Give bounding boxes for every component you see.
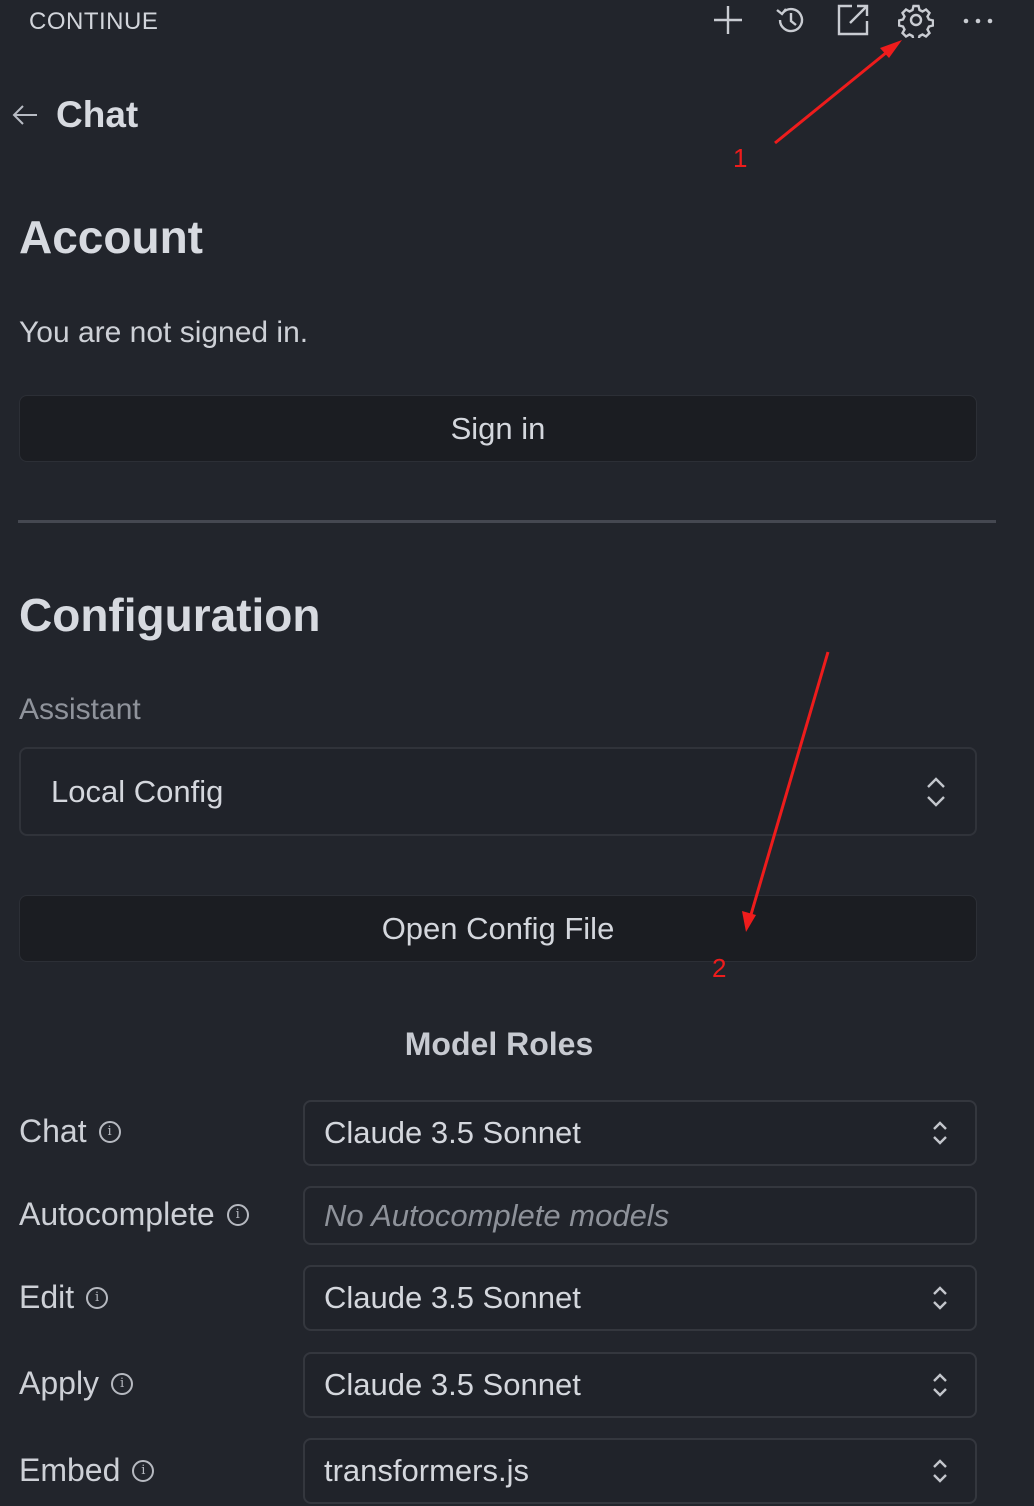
info-icon[interactable]: i <box>98 1120 121 1143</box>
apply-model-value: Claude 3.5 Sonnet <box>324 1367 581 1402</box>
edit-model-select[interactable]: Claude 3.5 Sonnet <box>303 1265 977 1331</box>
annotation-marker-1: 1 <box>733 143 748 173</box>
role-label-apply: Apply i <box>19 1365 134 1402</box>
configuration-heading: Configuration <box>19 589 321 641</box>
assistant-select-value: Local Config <box>51 773 224 809</box>
back-label[interactable]: Chat <box>56 94 138 136</box>
annotation-marker-2: 2 <box>712 953 727 983</box>
open-external-icon[interactable] <box>835 2 871 38</box>
chat-model-value: Claude 3.5 Sonnet <box>324 1115 581 1150</box>
embed-model-select[interactable]: transformers.js <box>303 1438 977 1504</box>
role-label-chat: Chat i <box>19 1113 121 1150</box>
role-label-text: Chat <box>19 1113 87 1149</box>
assistant-select[interactable]: Local Config <box>19 747 977 836</box>
info-icon[interactable]: i <box>111 1372 134 1395</box>
open-config-file-button[interactable]: Open Config File <box>19 895 977 962</box>
chevron-up-down-icon <box>931 1284 949 1312</box>
app-title: CONTINUE <box>29 8 159 35</box>
divider <box>18 520 996 523</box>
apply-model-select[interactable]: Claude 3.5 Sonnet <box>303 1352 977 1418</box>
info-icon[interactable]: i <box>86 1286 109 1309</box>
more-icon[interactable] <box>960 2 996 38</box>
chevron-up-down-icon <box>931 1371 949 1399</box>
model-roles-heading: Model Roles <box>404 1026 594 1062</box>
account-heading: Account <box>19 211 203 263</box>
role-label-text: Apply <box>19 1365 100 1401</box>
back-navigation: Chat <box>10 92 138 138</box>
sign-in-button[interactable]: Sign in <box>19 395 977 462</box>
chat-model-select[interactable]: Claude 3.5 Sonnet <box>303 1100 977 1166</box>
back-arrow-icon[interactable] <box>10 100 40 130</box>
role-label-edit: Edit i <box>19 1279 109 1316</box>
history-icon[interactable] <box>773 2 809 38</box>
gear-icon[interactable] <box>898 2 934 38</box>
autocomplete-model-select[interactable]: No Autocomplete models <box>303 1186 977 1245</box>
top-bar: CONTINUE <box>0 0 1034 44</box>
role-label-autocomplete: Autocomplete i <box>19 1196 249 1233</box>
edit-model-value: Claude 3.5 Sonnet <box>324 1280 581 1315</box>
role-label-text: Embed <box>19 1452 121 1488</box>
role-label-text: Autocomplete <box>19 1196 215 1232</box>
info-icon[interactable]: i <box>226 1203 249 1226</box>
role-label-embed: Embed i <box>19 1452 155 1489</box>
chevron-up-down-icon <box>931 1119 949 1147</box>
embed-model-value: transformers.js <box>324 1453 529 1488</box>
info-icon[interactable]: i <box>132 1459 155 1482</box>
assistant-label: Assistant <box>19 693 141 726</box>
chevron-up-down-icon <box>925 775 947 809</box>
plus-icon[interactable] <box>710 2 746 38</box>
sign-in-status: You are not signed in. <box>19 316 309 349</box>
chevron-up-down-icon <box>931 1457 949 1485</box>
role-label-text: Edit <box>19 1279 75 1315</box>
autocomplete-model-value: No Autocomplete models <box>324 1197 670 1233</box>
